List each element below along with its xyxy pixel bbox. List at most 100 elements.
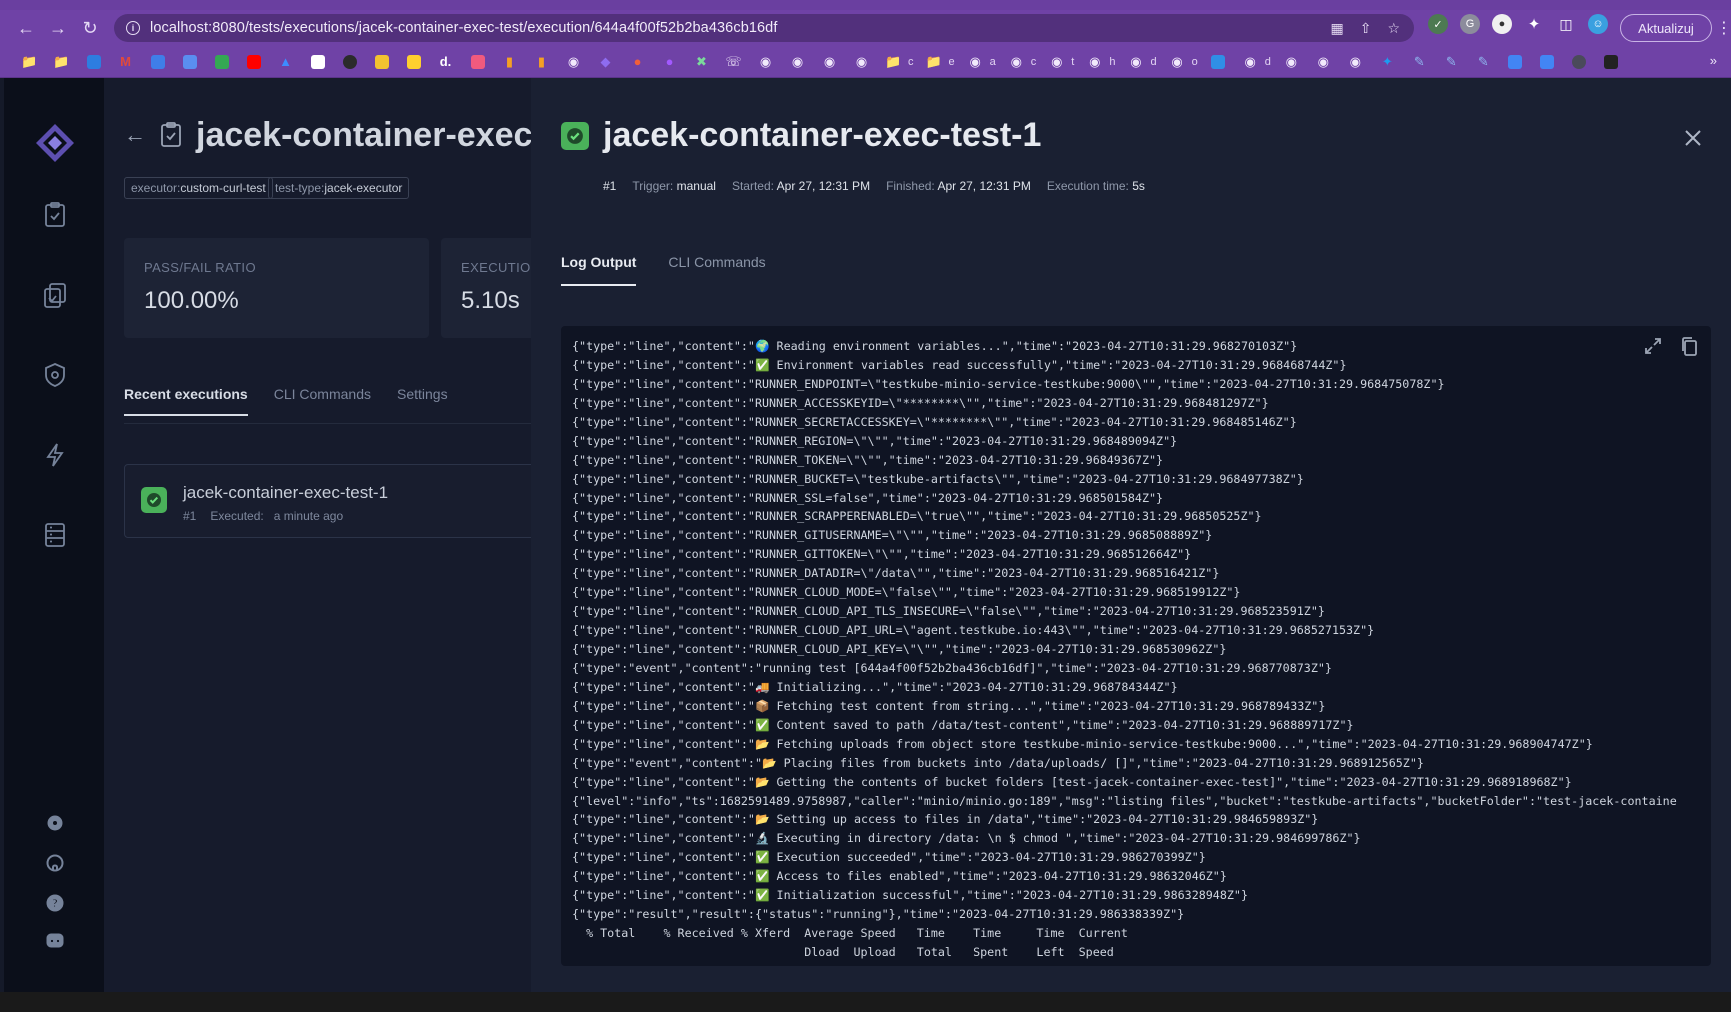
log-line: {"type":"line","content":"RUNNER_GITUSER… bbox=[572, 528, 1213, 543]
bookmark-youtube-icon[interactable] bbox=[242, 50, 265, 73]
address-bar[interactable]: i localhost:8080/tests/executions/jacek-… bbox=[114, 14, 1414, 42]
bookmark-star-icon[interactable]: ☆ bbox=[1387, 20, 1400, 37]
side-panel-icon[interactable]: ◫ bbox=[1556, 14, 1576, 34]
bookmark-github-icon[interactable]: ◉ bbox=[1083, 50, 1106, 73]
bookmark-notion-icon[interactable] bbox=[306, 50, 329, 73]
fullscreen-icon[interactable] bbox=[1643, 336, 1663, 356]
bookmark-icon[interactable] bbox=[370, 50, 393, 73]
bookmark-github-icon[interactable]: ◉ bbox=[1239, 50, 1262, 73]
bookmark-label[interactable]: a bbox=[990, 56, 996, 68]
bookmark-github-icon[interactable]: ◉ bbox=[850, 50, 873, 73]
extension-icon[interactable]: G bbox=[1460, 14, 1480, 34]
tab-cli-commands[interactable]: CLI Commands bbox=[668, 254, 765, 286]
bookmark-atlassian-icon[interactable]: ▲ bbox=[274, 50, 297, 73]
bookmark-figma-icon[interactable]: ● bbox=[626, 50, 649, 73]
bookmark-github-icon[interactable]: ◉ bbox=[1166, 50, 1189, 73]
bookmark-label[interactable]: d bbox=[1150, 56, 1156, 68]
help-icon[interactable]: ? bbox=[40, 888, 70, 918]
update-button[interactable]: Aktualizuj bbox=[1620, 14, 1712, 42]
bookmark-analytics-icon[interactable]: ▮ bbox=[498, 50, 521, 73]
back-icon[interactable]: ← bbox=[10, 14, 42, 42]
bookmark-label[interactable]: e bbox=[949, 56, 955, 68]
bookmark-label[interactable]: t bbox=[1071, 56, 1074, 68]
tab-cli-commands[interactable]: CLI Commands bbox=[274, 386, 371, 416]
bookmark-label[interactable]: c bbox=[908, 56, 914, 68]
bookmark-icon[interactable] bbox=[338, 50, 361, 73]
bookmark-github-icon[interactable]: ◉ bbox=[1280, 50, 1303, 73]
bookmark-icon[interactable]: ✎ bbox=[1408, 50, 1431, 73]
bookmark-trello-icon[interactable] bbox=[82, 50, 105, 73]
bookmark-docs-icon[interactable] bbox=[1504, 50, 1527, 73]
test-suites-icon[interactable] bbox=[40, 280, 70, 310]
bookmark-twitter-icon[interactable]: ✦ bbox=[1376, 50, 1399, 73]
bookmark-icon[interactable] bbox=[1600, 50, 1623, 73]
profile-avatar-icon[interactable]: ☺ bbox=[1588, 14, 1608, 34]
bookmarks-overflow-icon[interactable]: » bbox=[1710, 53, 1717, 68]
bookmark-translate-icon[interactable] bbox=[178, 50, 201, 73]
settings-icon[interactable] bbox=[40, 808, 70, 838]
back-arrow-icon[interactable]: ← bbox=[124, 122, 146, 148]
bookmark-analytics-icon[interactable]: ▮ bbox=[530, 50, 553, 73]
bookmark-icon[interactable]: ✎ bbox=[1440, 50, 1463, 73]
bookmark-label[interactable]: o bbox=[1192, 56, 1198, 68]
bookmark-folder-icon[interactable]: 📁 bbox=[923, 50, 946, 73]
triggers-icon[interactable] bbox=[40, 440, 70, 470]
bookmark-icon[interactable]: ☏ bbox=[722, 50, 745, 73]
bookmark-drive-icon[interactable] bbox=[210, 50, 233, 73]
bookmark-github-icon[interactable]: ◉ bbox=[1312, 50, 1335, 73]
tab-recent-executions[interactable]: Recent executions bbox=[124, 386, 248, 416]
extension-icon[interactable]: ● bbox=[1492, 14, 1512, 34]
site-info-icon[interactable]: i bbox=[126, 21, 140, 35]
browser-menu-icon[interactable]: ⋮ bbox=[1716, 18, 1731, 38]
bookmark-github-icon[interactable]: ◉ bbox=[1045, 50, 1068, 73]
bookmark-github-icon[interactable]: ◉ bbox=[1124, 50, 1147, 73]
bookmark-github-icon[interactable]: ◉ bbox=[786, 50, 809, 73]
bookmark-icon[interactable]: ◉ bbox=[1344, 50, 1367, 73]
tab-settings[interactable]: Settings bbox=[397, 386, 448, 416]
executors-icon[interactable] bbox=[40, 360, 70, 390]
bookmark-label[interactable]: c bbox=[1031, 56, 1037, 68]
discord-icon[interactable] bbox=[40, 926, 70, 956]
extension-icon[interactable]: ✓ bbox=[1428, 14, 1448, 34]
bookmark-icon[interactable]: ✎ bbox=[1472, 50, 1495, 73]
forward-icon[interactable]: → bbox=[42, 14, 74, 42]
bookmark-figma-icon[interactable]: ● bbox=[658, 50, 681, 73]
log-output-panel[interactable]: {"type":"line","content":"🌍 Reading envi… bbox=[561, 326, 1711, 966]
bookmark-label[interactable]: d bbox=[1265, 56, 1271, 68]
copy-icon[interactable] bbox=[1679, 336, 1699, 356]
share-icon[interactable]: ⇧ bbox=[1360, 20, 1372, 37]
bookmark-github-icon[interactable]: ◉ bbox=[818, 50, 841, 73]
testkube-logo[interactable] bbox=[34, 122, 76, 164]
executed-label: Executed: bbox=[210, 509, 264, 523]
bookmark-icon[interactable]: ◉ bbox=[562, 50, 585, 73]
reload-icon[interactable]: ↻ bbox=[74, 14, 106, 42]
bookmark-dev-icon[interactable]: d. bbox=[434, 50, 457, 73]
bookmark-github-icon[interactable]: ◉ bbox=[964, 50, 987, 73]
bookmark-icon[interactable]: ✖ bbox=[690, 50, 713, 73]
log-line: Dload Upload Total Spent Left Speed bbox=[572, 945, 1114, 959]
bookmark-icon[interactable]: ◆ bbox=[594, 50, 617, 73]
bookmark-docs-icon[interactable] bbox=[1536, 50, 1559, 73]
extensions-puzzle-icon[interactable]: ✦ bbox=[1524, 14, 1544, 34]
bookmark-gmail-icon[interactable]: M bbox=[114, 50, 137, 73]
bookmark-calendar-icon[interactable] bbox=[146, 50, 169, 73]
log-line: {"type":"line","content":"✅ Content save… bbox=[572, 717, 1354, 732]
bookmark-github-icon[interactable]: ◉ bbox=[754, 50, 777, 73]
bookmark-icon[interactable] bbox=[466, 50, 489, 73]
bookmark-folder-icon[interactable]: 📁 bbox=[50, 50, 73, 73]
bookmark-miro-icon[interactable] bbox=[402, 50, 425, 73]
bookmark-github-icon[interactable]: ◉ bbox=[1005, 50, 1028, 73]
bookmark-label[interactable]: h bbox=[1109, 56, 1115, 68]
github-icon[interactable] bbox=[40, 848, 70, 878]
bookmark-chart-icon[interactable] bbox=[1207, 50, 1230, 73]
execution-list-item[interactable]: jacek-container-exec-test-1 #1 Executed:… bbox=[124, 464, 534, 538]
translate-icon[interactable]: ▦ bbox=[1330, 20, 1343, 37]
close-icon[interactable] bbox=[1681, 126, 1705, 150]
tab-log-output[interactable]: Log Output bbox=[561, 254, 637, 286]
bookmark-folder-icon[interactable]: 📁 bbox=[18, 50, 41, 73]
sources-icon[interactable] bbox=[40, 520, 70, 550]
bookmark-folder-icon[interactable]: 📁 bbox=[882, 50, 905, 73]
tests-icon[interactable] bbox=[40, 200, 70, 230]
bookmark-icon[interactable] bbox=[1568, 50, 1591, 73]
url-text[interactable]: localhost:8080/tests/executions/jacek-co… bbox=[150, 20, 777, 36]
